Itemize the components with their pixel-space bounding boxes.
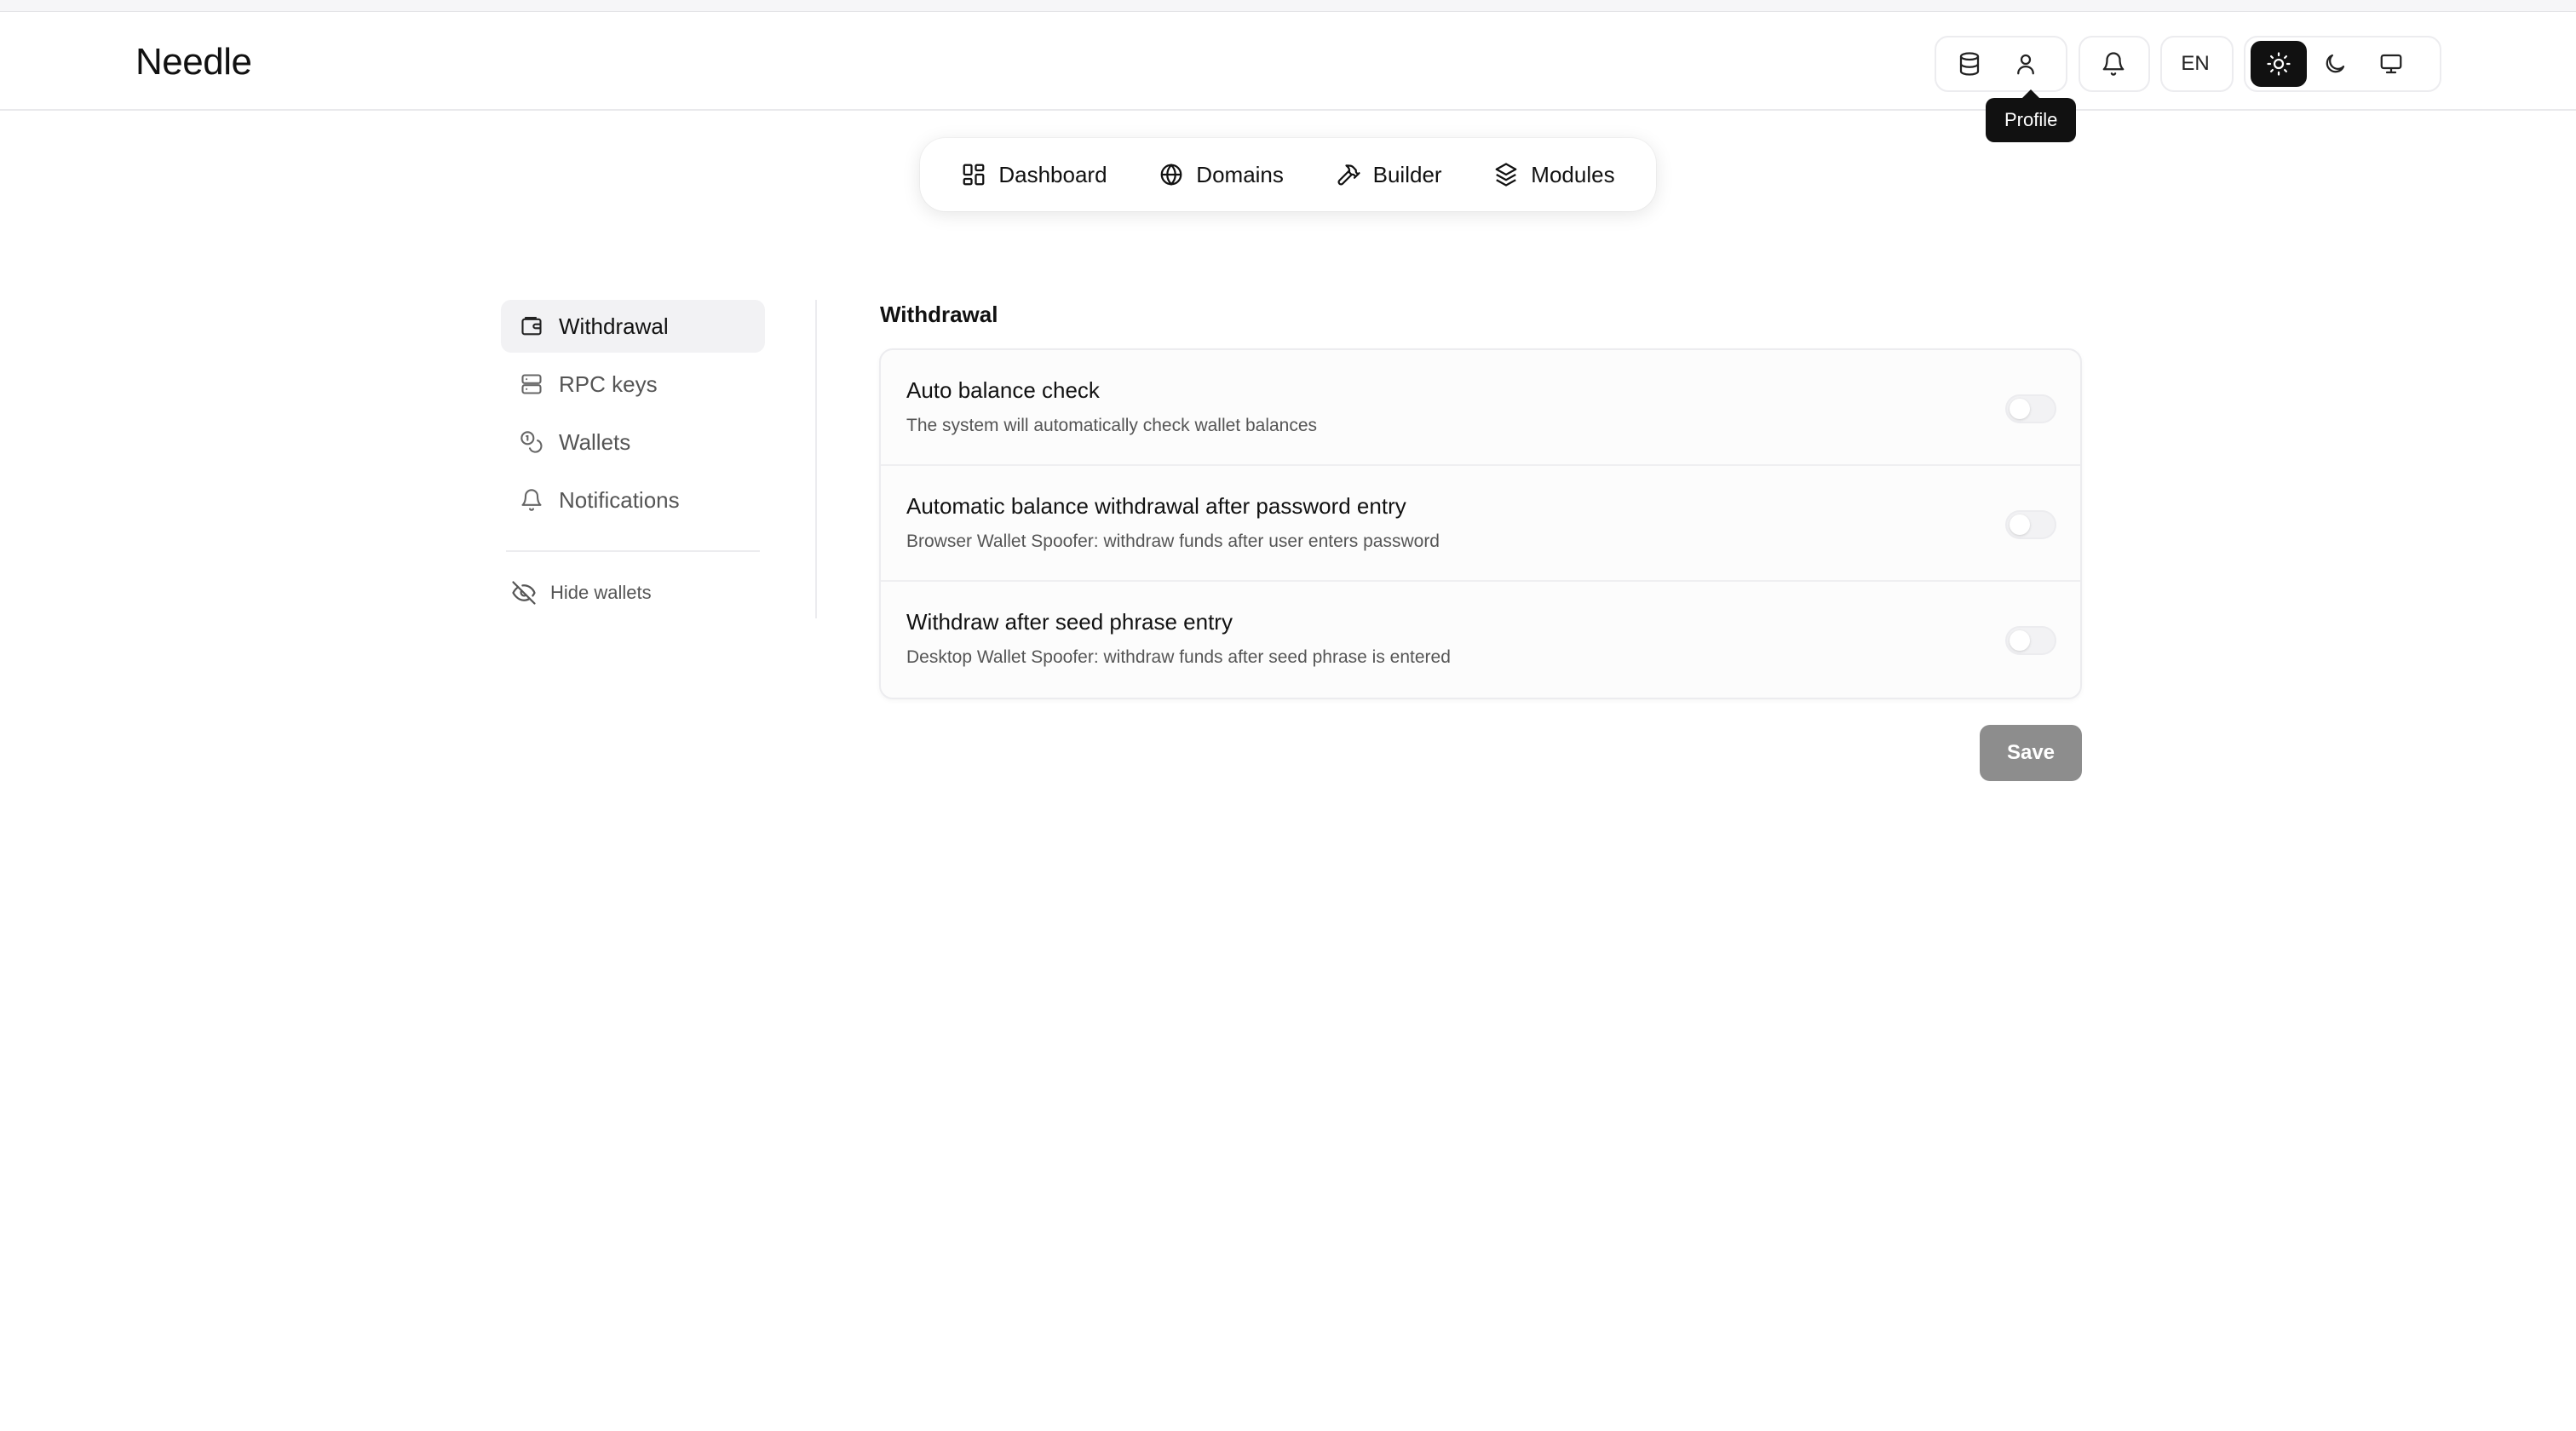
- theme-switcher: [2244, 36, 2441, 92]
- language-group: EN: [2160, 36, 2234, 92]
- withdrawal-settings-card: Auto balance check The system will autom…: [879, 348, 2082, 699]
- nav-builder[interactable]: Builder: [1329, 153, 1449, 197]
- nav-modules-label: Modules: [1531, 161, 1615, 187]
- sidebar-item-label: Withdrawal: [559, 313, 669, 339]
- app-header: Needle EN: [0, 12, 2576, 111]
- bell-icon: [521, 489, 542, 511]
- setting-title: Auto balance check: [906, 377, 1100, 403]
- settings-sidebar: Withdrawal RPC keys Wallets Notification…: [501, 300, 765, 610]
- profile-button[interactable]: [1998, 41, 2054, 87]
- nav-domains[interactable]: Domains: [1152, 153, 1291, 197]
- wallet-icon: [521, 317, 542, 336]
- seed-phrase-withdrawal-toggle[interactable]: [2005, 626, 2056, 655]
- sidebar-item-label: Notifications: [559, 486, 680, 513]
- setting-title: Automatic balance withdrawal after passw…: [906, 493, 1406, 519]
- browser-top-strip: [0, 0, 2576, 12]
- nav-builder-label: Builder: [1372, 161, 1442, 187]
- hammer-icon: [1337, 164, 1360, 186]
- notifications-group: [2079, 36, 2150, 92]
- nav-dashboard-label: Dashboard: [998, 161, 1107, 187]
- setting-title: Withdraw after seed phrase entry: [906, 609, 1233, 635]
- sidebar-item-withdrawal[interactable]: Withdrawal: [501, 300, 765, 353]
- database-button[interactable]: [1941, 41, 1998, 87]
- setting-description: Browser Wallet Spoofer: withdraw funds a…: [906, 532, 1440, 551]
- setting-row-auto-balance-check: Auto balance check The system will autom…: [881, 350, 2080, 466]
- hide-wallets-label: Hide wallets: [550, 582, 652, 603]
- eye-off-icon: [512, 581, 536, 605]
- monitor-icon: [2380, 54, 2402, 74]
- moon-icon: [2326, 54, 2345, 73]
- dark-theme-button[interactable]: [2307, 41, 2363, 87]
- sidebar-item-rpc-keys[interactable]: RPC keys: [501, 358, 765, 411]
- password-withdrawal-toggle[interactable]: [2005, 510, 2056, 539]
- sidebar-item-notifications[interactable]: Notifications: [501, 474, 765, 526]
- hide-wallets-button[interactable]: Hide wallets: [501, 576, 765, 610]
- nav-dashboard[interactable]: Dashboard: [954, 153, 1113, 197]
- header-tools-group: [1935, 36, 2067, 92]
- bell-icon: [2102, 52, 2125, 76]
- sidebar-item-label: Wallets: [559, 428, 631, 455]
- auto-balance-check-toggle[interactable]: [2005, 394, 2056, 423]
- sidebar-item-label: RPC keys: [559, 371, 658, 397]
- user-icon: [2017, 54, 2034, 75]
- system-theme-button[interactable]: [2363, 41, 2419, 87]
- sidebar-item-wallets[interactable]: Wallets: [501, 416, 765, 468]
- setting-row-password-withdrawal: Automatic balance withdrawal after passw…: [881, 466, 2080, 582]
- nav-domains-label: Domains: [1196, 161, 1284, 187]
- light-theme-button[interactable]: [2251, 41, 2307, 87]
- database-icon: [1959, 52, 1980, 76]
- main-navigation: Dashboard Domains Builder Modules: [920, 138, 1656, 211]
- sidebar-divider: [506, 550, 760, 552]
- nav-modules[interactable]: Modules: [1486, 153, 1621, 197]
- dashboard-icon: [963, 164, 985, 186]
- profile-tooltip: Profile: [1986, 89, 2077, 142]
- language-button[interactable]: EN: [2167, 41, 2223, 87]
- layers-icon: [1495, 163, 1517, 187]
- sun-icon: [2267, 52, 2291, 76]
- setting-description: Desktop Wallet Spoofer: withdraw funds a…: [906, 647, 1451, 667]
- notifications-button[interactable]: [2085, 41, 2142, 87]
- setting-row-seed-phrase-withdrawal: Withdraw after seed phrase entry Desktop…: [881, 582, 2080, 698]
- server-icon: [521, 374, 542, 394]
- language-label: EN: [2181, 52, 2210, 75]
- sidebar-separator: [815, 300, 817, 618]
- page-title: Withdrawal: [880, 302, 998, 327]
- globe-icon: [1160, 164, 1182, 186]
- app-logo[interactable]: Needle: [135, 41, 252, 83]
- coins-icon: [520, 431, 543, 453]
- setting-description: The system will automatically check wall…: [906, 416, 1318, 435]
- save-button[interactable]: Save: [1980, 725, 2082, 781]
